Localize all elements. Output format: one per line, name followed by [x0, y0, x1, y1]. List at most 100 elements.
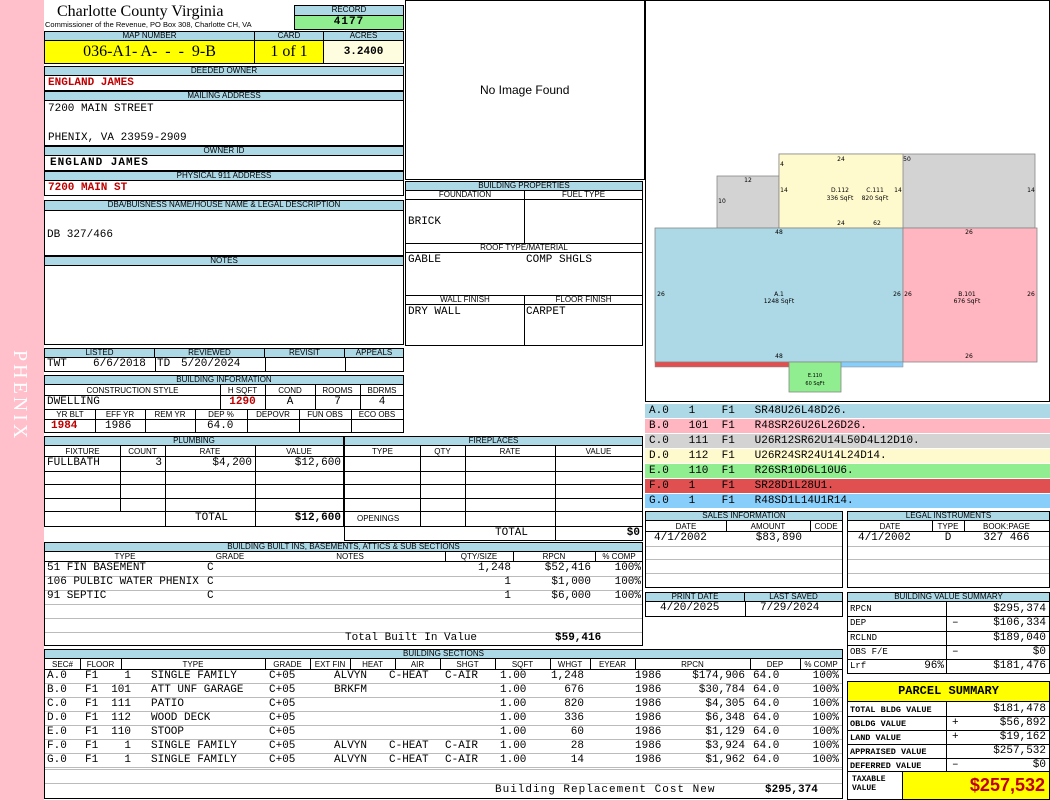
builtins-total: $59,416	[555, 632, 602, 644]
section-sqft: 28	[570, 740, 584, 752]
roof-label: ROOF TYPE/MATERIAL	[405, 243, 643, 253]
section-floor: F1	[85, 670, 99, 682]
section-dep: 64.0	[753, 684, 780, 696]
section-comp: 100%	[812, 712, 839, 724]
builtin-type: 91 SEPTIC	[47, 590, 107, 602]
wall-value: DRY WALL	[408, 306, 461, 318]
sketch-label-b: B.101	[958, 291, 976, 298]
taxable-label: TAXABLE VALUE	[847, 771, 903, 800]
ps-appraised: $257,532	[993, 745, 1046, 757]
sketch-dim: 26	[893, 291, 901, 298]
ecoobs-label: ECO OBS	[358, 410, 396, 419]
section-rpcn: $6,348	[705, 712, 745, 724]
building-sketch: A.1 1248 SqFt B.101 676 SqFt C.111 820 S…	[654, 153, 1038, 393]
sketch-label-d: D.112	[831, 187, 849, 194]
sketch-dim: 26	[965, 229, 973, 236]
cond-value: A	[286, 396, 294, 408]
fireplaces-h-rate: RATE	[499, 447, 521, 456]
bdrms-label: BDRMS	[367, 386, 397, 395]
section-shgt: 1.00	[500, 698, 527, 710]
section-header-divider	[310, 659, 311, 669]
fuel-label: FUEL TYPE	[524, 190, 643, 200]
plumbing-rate: $4,200	[212, 457, 252, 469]
section-shgt: 1.00	[500, 740, 527, 752]
section-ext: ALVYN	[334, 754, 368, 766]
builtins-h-qty: QTY/SIZE	[460, 552, 498, 561]
legal-date: 4/1/2002	[858, 532, 911, 544]
listing-row: TWT 6/6/2018 TD 5/20/2024	[44, 357, 404, 372]
section-header-divider	[635, 659, 636, 669]
physical-address: 7200 MAIN ST	[44, 180, 404, 196]
section-type: STOOP	[151, 726, 185, 738]
builtin-grade: C	[207, 576, 214, 588]
section-heat: C-HEAT	[389, 670, 429, 682]
plumbing-total-label: TOTAL	[195, 512, 229, 524]
sketch-sqft-d: 336 SqFt	[827, 195, 854, 202]
mailing-address: 7200 MAIN STREET PHENIX, VA 23959-2909	[44, 100, 404, 146]
fireplaces-openings-label: OPENINGS	[357, 514, 400, 523]
sketch-dim: 14	[894, 187, 902, 194]
builtin-qty: 1	[504, 576, 511, 588]
sections-table: SEC# FLOOR TYPE GRADE EXT FIN HEAT AIR SHGT SQFT…	[44, 658, 843, 799]
section-code: 1	[124, 754, 131, 766]
commissioner-line: Commissioner of the Revenue, PO Box 308,…	[45, 20, 252, 29]
parcel-summary-title: PARCEL SUMMARY	[847, 681, 1050, 702]
ps-appraised-label: APPRAISED VALUE	[850, 747, 927, 757]
section-floor: F1	[85, 698, 99, 710]
section-header: % COMP	[804, 660, 838, 669]
fireplaces-total-label: TOTAL	[495, 527, 529, 539]
section-dep: 64.0	[753, 740, 780, 752]
vs-rclnd-label: RCLND	[850, 633, 878, 643]
reviewed-date: 5/20/2024	[181, 358, 241, 370]
sketch-dim: 14	[780, 187, 788, 194]
legend-row: C.0 111 F1 U26R12SR62U14L50D4L12D10.	[645, 434, 1050, 448]
fireplaces-h-qty: QTY	[434, 447, 451, 456]
depovr-label: DEPOVR	[256, 410, 290, 419]
builtin-comp: 100%	[614, 576, 641, 588]
builtin-comp: 100%	[614, 562, 641, 574]
card-value: 1 of 1	[254, 40, 324, 64]
section-header: SEC#	[52, 660, 73, 669]
section-ext: ALVYN	[334, 740, 368, 752]
builtin-grade: C	[207, 562, 214, 574]
deeded-owner: ENGLAND JAMES	[44, 75, 404, 91]
section-sec: C.0	[47, 698, 67, 710]
county-title: Charlotte County Virginia	[57, 3, 224, 20]
floor-label: FLOOR FINISH	[524, 295, 643, 305]
sketch-sqft-e: 60 SqFt	[805, 381, 824, 387]
remyr-label: REM YR	[154, 410, 186, 419]
sales-h-code: CODE	[814, 522, 838, 531]
section-rpcn: $174,906	[692, 670, 745, 682]
sketch-dim: 12	[744, 177, 752, 184]
plumbing-count: 3	[155, 457, 162, 469]
legal-h-book: BOOK:PAGE	[983, 522, 1030, 531]
sketch-dim: 10	[718, 198, 726, 205]
legend-row: D.0 112 F1 U26R24SR24U14L24D14.	[645, 449, 1050, 463]
sketch-dim: 24	[837, 220, 845, 227]
section-header: EXT FIN	[314, 660, 346, 669]
yrblt-label: YR BLT	[56, 410, 84, 419]
value-summary: RPCN $295,374 DEP – $106,334 RCLND $189,…	[847, 601, 1050, 674]
sketch-dim: 48	[775, 353, 783, 360]
section-rpcn: $1,129	[705, 726, 745, 738]
section-dep: 64.0	[753, 726, 780, 738]
section-floor: F1	[85, 726, 99, 738]
mailing-street: 7200 MAIN STREET	[48, 103, 154, 115]
section-header: GRADE	[273, 660, 302, 669]
section-sqft: 60	[570, 726, 584, 738]
section-header: DEP	[766, 660, 784, 669]
legend-row: A.0 1 F1 SR48U26L48D26.	[645, 404, 1050, 418]
section-header-divider	[550, 659, 551, 669]
section-header-divider	[121, 659, 122, 669]
section-header: SHGT	[456, 660, 479, 669]
sketch-dim: 14	[1027, 187, 1035, 194]
foundation-value: BRICK	[408, 216, 442, 228]
side-label: PHENIX	[9, 350, 31, 442]
legend-row: F.0 1 F1 SR28D1L28U1.	[645, 479, 1050, 493]
section-header: FLOOR	[86, 660, 115, 669]
builtins-table: TYPE GRADE NOTES QTY/SIZE RPCN % COMP 51…	[44, 551, 643, 646]
section-air: C-AIR	[445, 670, 479, 682]
legal-table: DATE TYPE BOOK:PAGE 4/1/2002 D 327 466	[847, 520, 1050, 588]
legend-row: G.0 1 F1 R48SD1L14U1R14.	[645, 494, 1050, 508]
sketch-dim: 26	[657, 291, 665, 298]
